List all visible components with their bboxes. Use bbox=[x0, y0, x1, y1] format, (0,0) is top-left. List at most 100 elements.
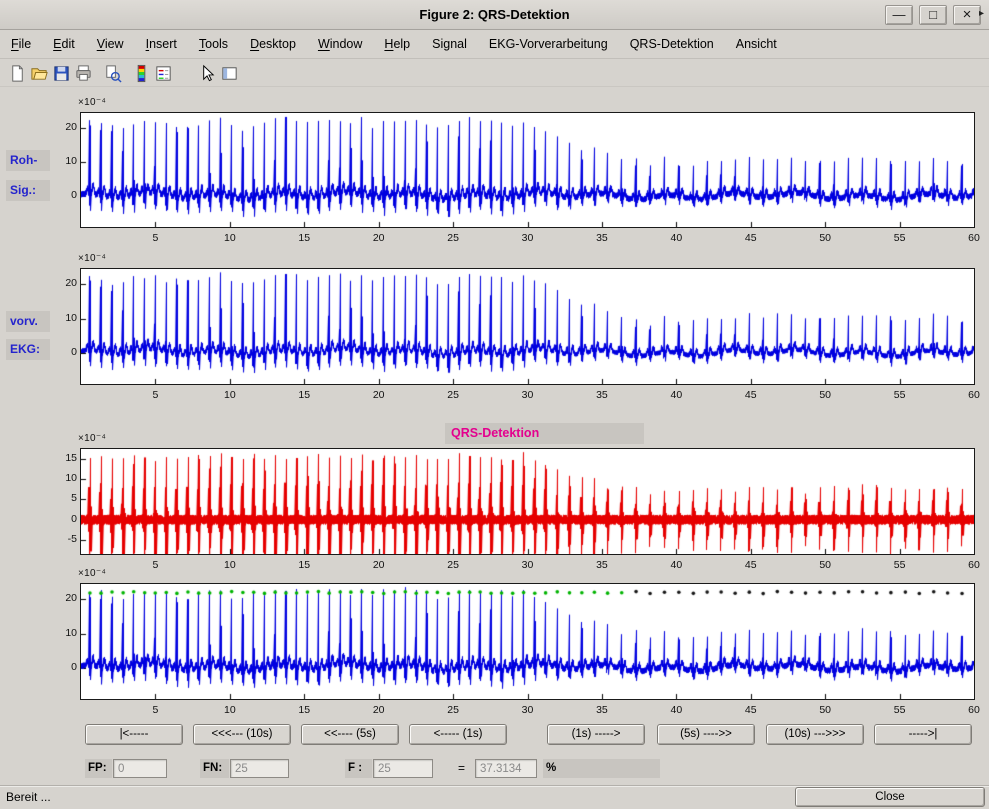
signal-canvas-roh-signal bbox=[81, 113, 974, 227]
close-window-button[interactable]: × bbox=[953, 5, 981, 25]
x-tick-label: 40 bbox=[659, 389, 693, 402]
y-tick-label: 10 bbox=[47, 312, 77, 325]
fn-input[interactable] bbox=[230, 759, 289, 778]
x-tick-label: 45 bbox=[734, 559, 768, 572]
menubar: FileEditViewInsertToolsDesktopWindowHelp… bbox=[0, 31, 989, 59]
menu-view[interactable]: View bbox=[86, 31, 135, 59]
colorbar-icon[interactable] bbox=[130, 62, 152, 84]
signal-canvas-detektion bbox=[81, 584, 974, 699]
f-input[interactable] bbox=[373, 759, 433, 778]
menu-tools[interactable]: Tools bbox=[188, 31, 239, 59]
y-tick-label: 0 bbox=[47, 513, 77, 526]
x-tick-label: 25 bbox=[436, 559, 470, 572]
x-tick-label: 60 bbox=[957, 232, 989, 245]
signal-canvas-vorverarbeitetes-ekg bbox=[81, 269, 974, 384]
nav-back-5s-button[interactable]: <<---- (5s) bbox=[301, 724, 399, 745]
x-tick-label: 25 bbox=[436, 704, 470, 717]
menu-help[interactable]: Help bbox=[373, 31, 421, 59]
menu-ekg-vorverarbeitung[interactable]: EKG-Vorverarbeitung bbox=[478, 31, 619, 59]
x-tick-label: 35 bbox=[585, 704, 619, 717]
x-tick-label: 10 bbox=[213, 232, 247, 245]
nav-back-1s-button[interactable]: <----- (1s) bbox=[409, 724, 507, 745]
print-icon[interactable] bbox=[72, 62, 94, 84]
x-tick-label: 50 bbox=[808, 704, 842, 717]
x-tick-label: 55 bbox=[883, 704, 917, 717]
menu-qrs-detektion[interactable]: QRS-Detektion bbox=[619, 31, 725, 59]
menu-edit[interactable]: Edit bbox=[42, 31, 86, 59]
signal-canvas-qrs-detektion bbox=[81, 449, 974, 554]
x-tick-label: 5 bbox=[138, 704, 172, 717]
menu-insert[interactable]: Insert bbox=[135, 31, 188, 59]
percent-label: % bbox=[543, 759, 660, 778]
x-tick-label: 40 bbox=[659, 232, 693, 245]
x-tick-label: 25 bbox=[436, 232, 470, 245]
x-tick-label: 30 bbox=[511, 389, 545, 402]
y-axis-multiplier: ×10⁻⁴ bbox=[78, 253, 106, 264]
f-measure-input[interactable] bbox=[475, 759, 537, 778]
status-text: Bereit ... bbox=[6, 790, 51, 804]
x-tick-label: 35 bbox=[585, 389, 619, 402]
plot-side-label: Roh- bbox=[6, 150, 50, 171]
x-tick-label: 50 bbox=[808, 559, 842, 572]
plot-side-label: vorv. bbox=[6, 311, 50, 332]
nav-forward-5s-button[interactable]: (5s) ---->> bbox=[657, 724, 755, 745]
y-tick-label: 0 bbox=[47, 346, 77, 359]
x-tick-label: 45 bbox=[734, 232, 768, 245]
x-tick-label: 10 bbox=[213, 559, 247, 572]
qrs-plot-title: QRS-Detektion bbox=[445, 423, 644, 444]
x-tick-label: 55 bbox=[883, 232, 917, 245]
fp-label: FP: bbox=[85, 759, 112, 778]
x-tick-label: 40 bbox=[659, 704, 693, 717]
menu-overflow-icon[interactable]: ▸ bbox=[979, 8, 984, 19]
equals-label: = bbox=[458, 759, 472, 778]
y-tick-label: 10 bbox=[47, 472, 77, 485]
y-tick-label: 0 bbox=[47, 189, 77, 202]
x-tick-label: 35 bbox=[585, 559, 619, 572]
nav-forward-10s-button[interactable]: (10s) --->>> bbox=[766, 724, 864, 745]
menu-ansicht[interactable]: Ansicht bbox=[725, 31, 788, 59]
minimize-button[interactable]: — bbox=[885, 5, 913, 25]
y-tick-label: 20 bbox=[47, 121, 77, 134]
close-button[interactable]: Close bbox=[795, 787, 985, 807]
y-tick-label: -5 bbox=[47, 533, 77, 546]
new-file-icon[interactable] bbox=[6, 62, 28, 84]
x-tick-label: 10 bbox=[213, 704, 247, 717]
x-tick-label: 60 bbox=[957, 704, 989, 717]
pointer-icon[interactable] bbox=[196, 62, 218, 84]
nav-to-end-button[interactable]: ----->| bbox=[874, 724, 972, 745]
y-tick-label: 10 bbox=[47, 627, 77, 640]
y-tick-label: 10 bbox=[47, 155, 77, 168]
x-tick-label: 50 bbox=[808, 232, 842, 245]
nav-back-10s-button[interactable]: <<<--- (10s) bbox=[193, 724, 291, 745]
menu-desktop[interactable]: Desktop bbox=[239, 31, 307, 59]
fn-label: FN: bbox=[200, 759, 229, 778]
x-tick-label: 20 bbox=[362, 389, 396, 402]
maximize-button[interactable]: □ bbox=[919, 5, 947, 25]
save-icon[interactable] bbox=[50, 62, 72, 84]
y-axis-multiplier: ×10⁻⁴ bbox=[78, 97, 106, 108]
y-tick-label: 5 bbox=[47, 492, 77, 505]
x-tick-label: 5 bbox=[138, 559, 172, 572]
y-tick-label: 20 bbox=[47, 277, 77, 290]
toolbar bbox=[0, 60, 989, 87]
plot-browser-icon[interactable] bbox=[218, 62, 240, 84]
open-folder-icon[interactable] bbox=[28, 62, 50, 84]
menu-signal[interactable]: Signal bbox=[421, 31, 478, 59]
print-preview-icon[interactable] bbox=[101, 62, 123, 84]
figure-window: Figure 2: QRS-Detektion — □ × FileEditVi… bbox=[0, 0, 989, 809]
titlebar[interactable]: Figure 2: QRS-Detektion — □ × bbox=[0, 0, 989, 30]
nav-to-start-button[interactable]: |<----- bbox=[85, 724, 183, 745]
axes-detektion bbox=[80, 583, 975, 700]
menu-window[interactable]: Window bbox=[307, 31, 373, 59]
x-tick-label: 60 bbox=[957, 389, 989, 402]
legend-icon[interactable] bbox=[152, 62, 174, 84]
fp-input[interactable] bbox=[113, 759, 167, 778]
x-tick-label: 50 bbox=[808, 389, 842, 402]
menu-file[interactable]: File bbox=[0, 31, 42, 59]
y-tick-label: 0 bbox=[47, 661, 77, 674]
nav-forward-1s-button[interactable]: (1s) -----> bbox=[547, 724, 645, 745]
x-tick-label: 5 bbox=[138, 389, 172, 402]
x-tick-label: 15 bbox=[287, 389, 321, 402]
x-tick-label: 45 bbox=[734, 704, 768, 717]
f-label: F : bbox=[345, 759, 372, 778]
